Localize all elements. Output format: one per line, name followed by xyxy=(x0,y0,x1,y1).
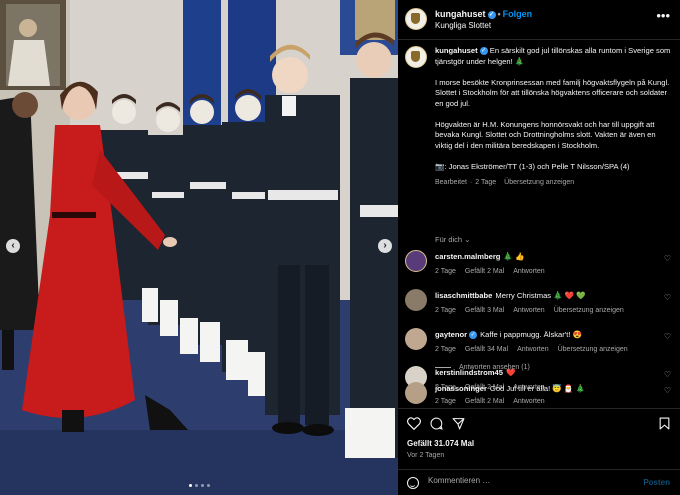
more-posts-label: Für dich xyxy=(435,235,463,244)
comment-username[interactable]: gaytenor xyxy=(435,330,467,339)
comment-age: 2 Tage xyxy=(435,398,456,405)
follow-button[interactable]: Folgen xyxy=(503,9,533,19)
comment-likes[interactable]: Gefällt 3 Mal xyxy=(465,307,504,314)
comment-text: God Jul till er alla! 😇 🎅 🎄 xyxy=(489,384,585,393)
comment-username[interactable]: carsten.malmberg xyxy=(435,252,500,261)
comment-age: 2 Tage xyxy=(435,307,456,314)
bookmark-icon[interactable] xyxy=(659,417,670,430)
chevron-right-icon[interactable]: › xyxy=(378,239,392,253)
comments-scroll-area[interactable]: kungahuset ✓ En särskilt god jul tillönsk… xyxy=(398,40,680,408)
carousel-dot xyxy=(201,484,204,487)
carousel-dot xyxy=(195,484,198,487)
comment-icon[interactable] xyxy=(430,417,443,430)
comment-likes[interactable]: Gefällt 34 Mal xyxy=(465,346,508,353)
comment-username[interactable]: jonassoninger xyxy=(435,384,487,393)
carousel-dots xyxy=(189,484,210,487)
like-count[interactable]: Gefällt 31.074 Mal xyxy=(407,439,474,448)
post-comment-button[interactable]: Posten xyxy=(643,478,670,487)
view-replies-button[interactable]: Antworten ansehen (1) xyxy=(435,364,530,371)
verified-icon: ✓ xyxy=(469,331,478,339)
verified-icon: ✓ xyxy=(487,10,496,19)
post-username[interactable]: kungahuset xyxy=(435,9,486,19)
verified-icon: ✓ xyxy=(479,47,488,55)
comment: gaytenor ✓ Kaffe i pappmugg. Älskar't! 😍 2… xyxy=(405,328,673,364)
chevron-left-icon[interactable]: ‹ xyxy=(6,239,20,253)
comment-text: Merry Christmas 🎄 ❤️ 💚 xyxy=(495,291,586,300)
comment-input[interactable] xyxy=(428,476,628,485)
carousel-dot xyxy=(189,484,192,487)
avatar[interactable] xyxy=(405,8,427,30)
comment-text: Kaffe i pappmugg. Älskar't! 😍 xyxy=(480,330,583,339)
translate-link[interactable]: Übersetzung anzeigen xyxy=(554,307,624,314)
heart-icon[interactable]: ♡ xyxy=(664,254,671,263)
separator-dot: • xyxy=(497,9,501,19)
caption-age: 2 Tage xyxy=(475,179,497,186)
comment-age: 2 Tage xyxy=(435,346,456,353)
commenter-avatar[interactable] xyxy=(405,289,427,311)
heart-icon[interactable]: ♡ xyxy=(664,386,671,395)
caption-separator: · xyxy=(469,179,473,186)
more-posts-toggle[interactable]: Für dich ⌄ xyxy=(435,235,470,244)
post-header: kungahuset ✓ • Folgen Kungliga Slottet ••• xyxy=(398,0,680,40)
heart-icon[interactable]: ♡ xyxy=(664,370,671,379)
translate-link[interactable]: Übersetzung anzeigen xyxy=(504,179,574,186)
post-side-panel: kungahuset ✓ • Folgen Kungliga Slottet ••• … xyxy=(398,0,680,495)
comment-username[interactable]: lisaschmittbabe xyxy=(435,291,492,300)
comment-age: 2 Tage xyxy=(435,268,456,275)
post-actions: Gefällt 31.074 Mal Vor 2 Tagen Posten xyxy=(398,408,680,495)
commenter-avatar[interactable] xyxy=(405,328,427,350)
reply-button[interactable]: Antworten xyxy=(513,307,545,314)
reply-button[interactable]: Antworten xyxy=(513,268,545,275)
carousel-dot xyxy=(207,484,210,487)
caption-avatar[interactable] xyxy=(405,46,427,68)
heart-icon[interactable]: ♡ xyxy=(664,293,671,302)
share-icon[interactable] xyxy=(452,417,465,430)
caption-edited: Bearbeitet xyxy=(435,179,467,186)
heart-icon[interactable]: ♡ xyxy=(664,332,671,341)
comment-text: 🎄 👍 xyxy=(503,252,525,261)
chevron-down-icon: ⌄ xyxy=(464,235,471,244)
post-photo[interactable]: ‹ › xyxy=(0,0,398,495)
commenter-avatar[interactable] xyxy=(405,250,427,272)
reply-button[interactable]: Antworten xyxy=(517,346,549,353)
photo-illustration xyxy=(0,0,398,495)
commenter-avatar[interactable] xyxy=(405,382,427,404)
comment-likes[interactable]: Gefällt 2 Mal xyxy=(465,398,504,405)
translate-link[interactable]: Übersetzung anzeigen xyxy=(558,346,628,353)
heart-icon[interactable] xyxy=(407,417,421,430)
post-date: Vor 2 Tagen xyxy=(407,452,445,459)
comment: lisaschmittbabe Merry Christmas 🎄 ❤️ 💚 2 … xyxy=(405,289,673,325)
reply-button[interactable]: Antworten xyxy=(513,398,545,405)
emoji-icon[interactable] xyxy=(407,477,419,489)
add-comment-bar: Posten xyxy=(398,469,680,495)
caption-paragraph: I morse besökte Kronprinsessan med famil… xyxy=(435,77,670,108)
post-location[interactable]: Kungliga Slottet xyxy=(435,21,491,30)
comment-likes[interactable]: Gefällt 2 Mal xyxy=(465,268,504,275)
comment: carsten.malmberg 🎄 👍 2 Tage Gefällt 2 Mal A… xyxy=(405,250,673,286)
caption-username[interactable]: kungahuset xyxy=(435,46,478,55)
more-options-icon[interactable]: ••• xyxy=(656,8,670,23)
caption-paragraph: 📷: Jonas Ekströmer/TT (1-3) och Pelle T … xyxy=(435,161,630,171)
caption-paragraph: Högvakten är H.M. Konungens honnörsvakt … xyxy=(435,119,656,150)
